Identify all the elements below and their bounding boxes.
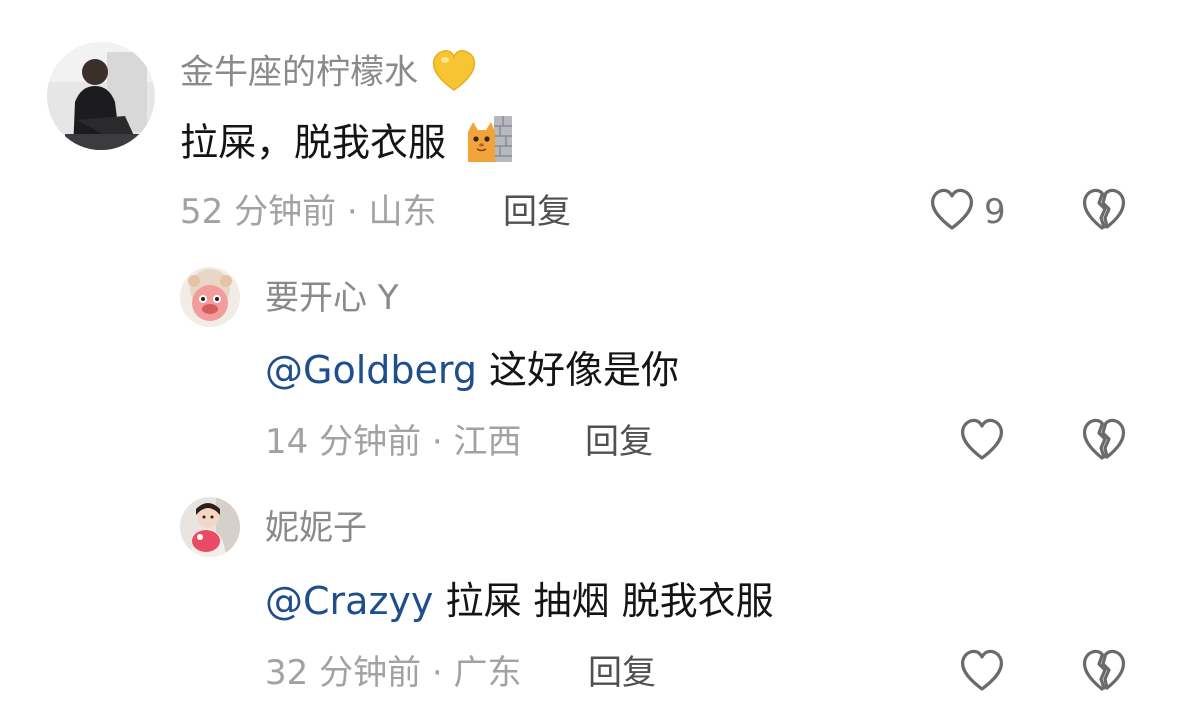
reply-item: 要开心 Y @Goldberg 这好像是你 14 分钟前 · 江西 回复 xyxy=(0,240,1178,475)
comment-item: 金牛座的柠檬水 拉屎，脱我衣服 52 分钟前 · 山东 回复 9 xyxy=(0,0,1178,240)
avatar[interactable] xyxy=(47,42,155,150)
comment-meta: 52 分钟前 · 山东 xyxy=(180,195,437,229)
broken-heart-icon xyxy=(1080,418,1128,466)
location: 江西 xyxy=(453,422,522,462)
like-button[interactable] xyxy=(958,649,1006,697)
like-count: 9 xyxy=(984,192,1006,232)
meta-separator: · xyxy=(346,192,358,232)
reply-button[interactable]: 回复 xyxy=(503,195,571,229)
location: 广东 xyxy=(453,653,522,693)
broken-heart-icon xyxy=(1080,188,1128,236)
comment-body: 这好像是你 xyxy=(476,348,680,392)
comment-body: 拉屎，脱我衣服 xyxy=(180,120,447,165)
comment-text: @Goldberg 这好像是你 xyxy=(265,351,679,389)
reply-button[interactable]: 回复 xyxy=(585,425,653,459)
username[interactable]: 金牛座的柠檬水 xyxy=(180,50,477,98)
mention-link[interactable]: @Crazyy xyxy=(265,579,433,623)
comment-text: 拉屎，脱我衣服 xyxy=(180,116,514,170)
mention-link[interactable]: @Goldberg xyxy=(265,348,477,392)
comment-meta: 32 分钟前 · 广东 xyxy=(265,656,522,690)
meta-separator: · xyxy=(431,422,443,462)
comment-meta: 14 分钟前 · 江西 xyxy=(265,425,522,459)
comment-body: 拉屎 抽烟 脱我衣服 xyxy=(433,579,774,623)
yellow-heart-icon xyxy=(431,50,477,98)
timestamp: 14 分钟前 xyxy=(265,422,422,462)
heart-outline-icon xyxy=(958,418,1006,466)
username[interactable]: 要开心 Y xyxy=(265,281,399,315)
cat-behind-wall-icon xyxy=(464,114,514,170)
heart-outline-icon xyxy=(958,649,1006,697)
dislike-button[interactable] xyxy=(1080,188,1128,236)
timestamp: 52 分钟前 xyxy=(180,192,337,232)
dislike-button[interactable] xyxy=(1080,649,1128,697)
reply-button[interactable]: 回复 xyxy=(588,656,656,690)
location: 山东 xyxy=(368,192,437,232)
timestamp: 32 分钟前 xyxy=(265,653,422,693)
meta-separator: · xyxy=(431,653,443,693)
dislike-button[interactable] xyxy=(1080,418,1128,466)
heart-outline-icon xyxy=(928,188,976,236)
like-button[interactable]: 9 xyxy=(928,188,1006,236)
username[interactable]: 妮妮子 xyxy=(265,511,367,545)
reply-item: 妮妮子 @Crazyy 拉屎 抽烟 脱我衣服 32 分钟前 · 广东 回复 xyxy=(0,475,1178,727)
avatar[interactable] xyxy=(180,497,240,557)
like-button[interactable] xyxy=(958,418,1006,466)
username-text: 金牛座的柠檬水 xyxy=(180,52,418,93)
comment-text: @Crazyy 拉屎 抽烟 脱我衣服 xyxy=(265,582,774,620)
avatar[interactable] xyxy=(180,267,240,327)
broken-heart-icon xyxy=(1080,649,1128,697)
